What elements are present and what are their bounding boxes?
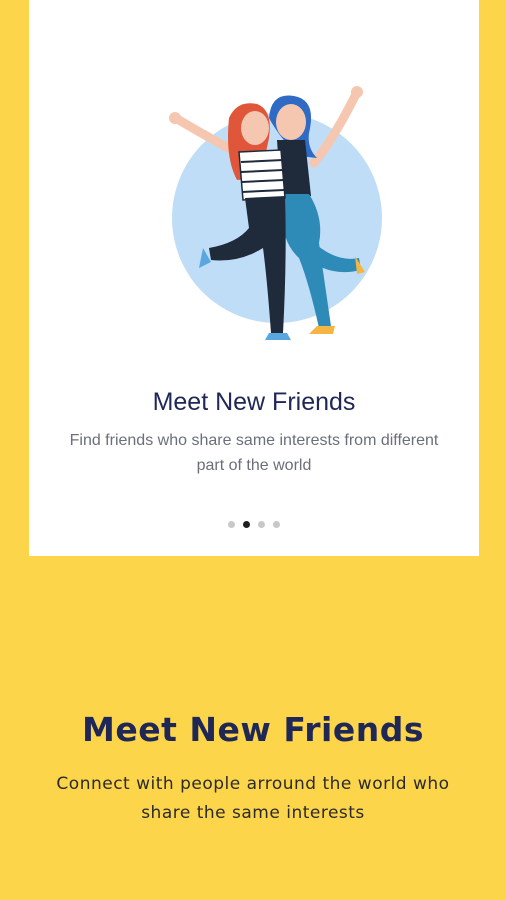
onboarding-description: Connect with people arround the world wh… [56,774,450,823]
page-dot-3[interactable] [258,521,265,528]
page-dot-2-active[interactable] [243,521,250,528]
friends-illustration [169,86,382,340]
page-dot-1[interactable] [228,521,235,528]
card-title: Meet New Friends [152,388,356,416]
onboarding-title: Meet New Friends [82,710,424,749]
page-indicator [29,521,479,528]
onboarding-card: Meet New Friends Find friends who share … [29,0,479,556]
card-description: Find friends who share same interests fr… [69,432,439,474]
page-dot-4[interactable] [273,521,280,528]
